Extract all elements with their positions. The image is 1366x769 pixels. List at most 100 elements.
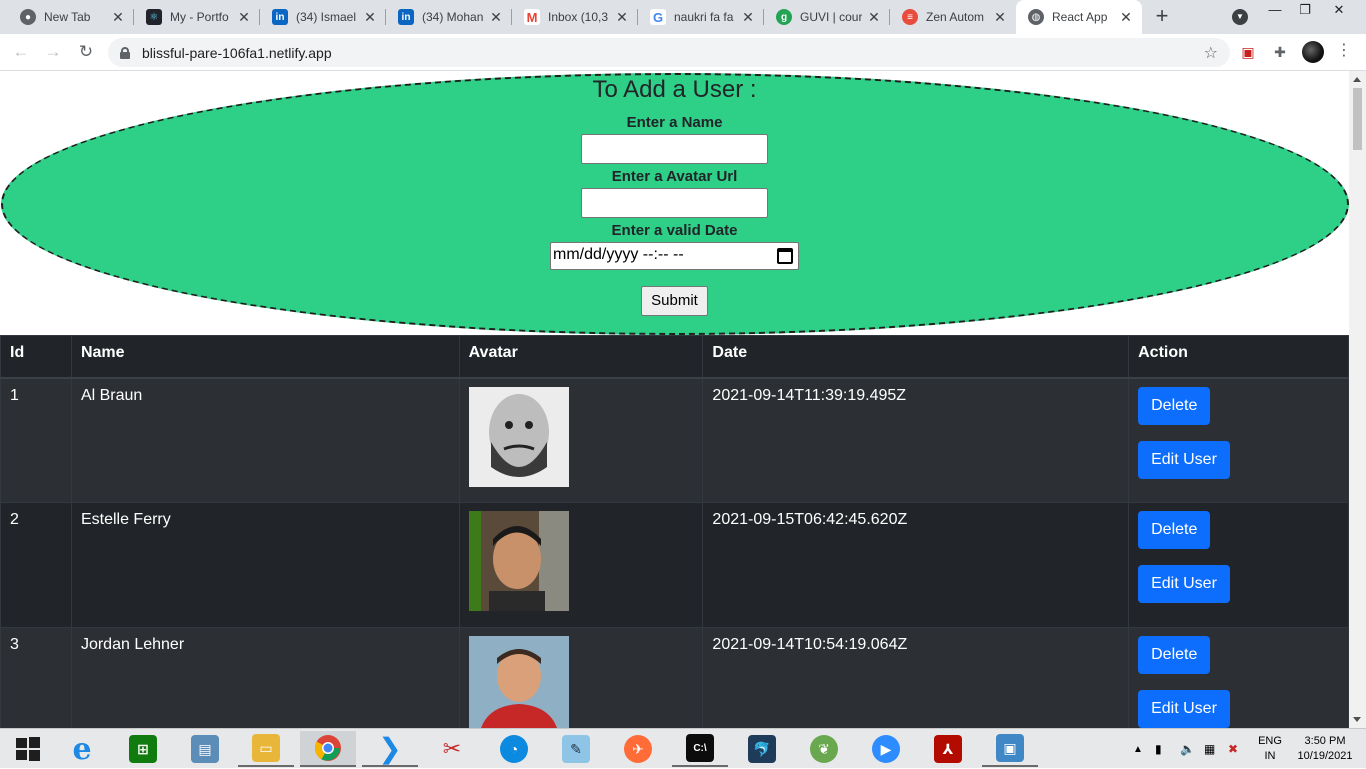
tab-strip: ● New Tab ✕ ⚛ My - Portfo ✕ in (34) Isma… bbox=[0, 0, 1366, 34]
edge-icon: ◔ bbox=[500, 735, 528, 763]
user-avatar bbox=[468, 511, 569, 611]
tab-search-icon[interactable]: ▼ bbox=[1232, 9, 1248, 25]
date-label: Enter a valid Date bbox=[611, 222, 738, 239]
tab-zen-automation[interactable]: ≡ Zen Autom ✕ bbox=[890, 0, 1016, 34]
taskbar-notepad[interactable]: ✎ bbox=[548, 731, 604, 767]
taskbar-mysql[interactable]: 🐬 bbox=[734, 731, 790, 767]
tab-guvi[interactable]: g GUVI | cour ✕ bbox=[764, 0, 890, 34]
taskbar-internet-explorer[interactable]: e bbox=[54, 731, 110, 767]
show-hidden-icons[interactable]: ▲ bbox=[1133, 729, 1143, 769]
bookmark-star-icon[interactable]: ☆ bbox=[1204, 43, 1218, 63]
gmail-icon: M bbox=[524, 9, 540, 25]
delete-button[interactable]: Delete bbox=[1138, 386, 1211, 425]
restore-button[interactable]: ❐ bbox=[1290, 0, 1320, 22]
react-icon: ⚛ bbox=[146, 9, 162, 25]
tab-label: (34) Ismael bbox=[296, 10, 357, 24]
submit-button[interactable]: Submit bbox=[641, 286, 708, 316]
avatar-url-input[interactable] bbox=[581, 188, 768, 218]
edit-user-button[interactable]: Edit User bbox=[1138, 690, 1230, 728]
calendar-icon[interactable] bbox=[777, 248, 793, 264]
folder-icon: ▭ bbox=[252, 734, 280, 762]
pocket-extension-icon[interactable]: ▣ bbox=[1238, 42, 1258, 62]
header-avatar: Avatar bbox=[458, 335, 704, 379]
address-bar[interactable]: blissful-pare-106fa1.netlify.app ☆ bbox=[108, 38, 1230, 67]
tab-new-tab[interactable]: ● New Tab ✕ bbox=[8, 0, 134, 34]
kebab-menu-icon[interactable]: ⋮ bbox=[1336, 40, 1352, 60]
taskbar-edge[interactable]: ◔ bbox=[486, 731, 542, 767]
forward-arrow-icon[interactable]: → bbox=[42, 41, 64, 63]
taskbar-mongodb-compass[interactable]: ❦ bbox=[796, 731, 852, 767]
taskbar-vscode[interactable]: ❯ bbox=[362, 731, 418, 767]
chrome-icon bbox=[314, 735, 341, 761]
tab-portfolio[interactable]: ⚛ My - Portfo ✕ bbox=[134, 0, 260, 34]
clock-date: 10/19/2021 bbox=[1297, 750, 1353, 762]
taskbar-zoom[interactable]: ▶ bbox=[858, 731, 914, 767]
cell-id: 3 bbox=[0, 627, 72, 728]
taskbar-postman[interactable]: ✈ bbox=[610, 731, 666, 767]
network-icon[interactable]: ▦ bbox=[1204, 729, 1215, 769]
tab-google-search[interactable]: G naukri fa fa ✕ bbox=[638, 0, 764, 34]
taskbar-store[interactable]: ⊞ bbox=[115, 731, 171, 767]
taskbar-file-explorer[interactable]: ▭ bbox=[238, 731, 294, 767]
system-clock[interactable]: 3:50 PM 10/19/2021 bbox=[1295, 734, 1355, 764]
name-input[interactable] bbox=[581, 134, 768, 164]
cell-name: Al Braun bbox=[70, 377, 460, 503]
close-icon[interactable]: ✕ bbox=[866, 9, 882, 26]
minimize-button[interactable]: — bbox=[1260, 0, 1290, 22]
tab-linkedin-ismael[interactable]: in (34) Ismael ✕ bbox=[260, 0, 386, 34]
cell-name: Estelle Ferry bbox=[70, 502, 460, 628]
close-icon[interactable]: ✕ bbox=[362, 9, 378, 26]
edit-user-button[interactable]: Edit User bbox=[1138, 565, 1230, 603]
page-scrollbar[interactable] bbox=[1349, 71, 1366, 728]
close-icon[interactable]: ✕ bbox=[614, 9, 630, 26]
close-icon[interactable]: ✕ bbox=[1118, 9, 1134, 26]
date-input[interactable]: mm/dd/yyyy --:-- -- bbox=[550, 242, 799, 270]
close-icon[interactable]: ✕ bbox=[740, 9, 756, 26]
notification-icon[interactable]: ✖ bbox=[1228, 729, 1238, 769]
table-header-row: Id Name Avatar Date Action bbox=[0, 335, 1349, 379]
taskbar-chrome[interactable] bbox=[300, 731, 356, 767]
new-tab-button[interactable]: + bbox=[1150, 5, 1174, 29]
back-arrow-icon[interactable]: ← bbox=[10, 41, 32, 63]
battery-icon[interactable]: ▮ bbox=[1155, 729, 1162, 769]
taskbar-control-panel[interactable]: ▤ bbox=[177, 731, 233, 767]
scrollbar-thumb[interactable] bbox=[1353, 88, 1362, 150]
tab-linkedin-mohan[interactable]: in (34) Mohan ✕ bbox=[386, 0, 512, 34]
volume-icon[interactable]: 🔈 bbox=[1180, 729, 1195, 769]
taskbar-acrobat[interactable]: ⅄ bbox=[920, 731, 976, 767]
windows-logo-icon bbox=[16, 737, 40, 761]
close-icon[interactable]: ✕ bbox=[992, 9, 1008, 26]
close-icon[interactable]: ✕ bbox=[488, 9, 504, 26]
tab-react-app[interactable]: ◍ React App ✕ bbox=[1016, 0, 1142, 34]
scroll-down-icon[interactable] bbox=[1353, 717, 1361, 722]
taskbar-terminal[interactable]: C:\ bbox=[672, 731, 728, 767]
close-icon[interactable]: ✕ bbox=[110, 9, 126, 26]
tab-label: (34) Mohan bbox=[422, 10, 484, 24]
taskbar-snipping-tool[interactable]: ✂ bbox=[424, 731, 480, 767]
table-row: 3 Jordan Lehner 2021-09-14T10:54:19.064Z… bbox=[0, 627, 1349, 728]
delete-button[interactable]: Delete bbox=[1138, 636, 1211, 674]
profile-avatar[interactable] bbox=[1302, 41, 1324, 63]
lock-icon[interactable] bbox=[120, 46, 130, 59]
language-indicator[interactable]: ENG IN bbox=[1255, 734, 1285, 764]
acrobat-icon: ⅄ bbox=[934, 735, 962, 763]
url-text[interactable]: blissful-pare-106fa1.netlify.app bbox=[142, 45, 332, 61]
zoom-icon: ▶ bbox=[872, 735, 900, 763]
close-window-button[interactable]: ✕ bbox=[1324, 0, 1354, 22]
cell-avatar bbox=[458, 377, 704, 503]
start-button[interactable] bbox=[0, 731, 56, 767]
scroll-up-icon[interactable] bbox=[1353, 77, 1361, 82]
lang-region: IN bbox=[1264, 750, 1276, 762]
reload-icon[interactable]: ↻ bbox=[75, 41, 97, 63]
cell-avatar bbox=[458, 502, 704, 628]
taskbar-photos[interactable]: ▣ bbox=[982, 731, 1038, 767]
tab-gmail-inbox[interactable]: M Inbox (10,3 ✕ bbox=[512, 0, 638, 34]
name-label: Enter a Name bbox=[626, 114, 723, 131]
delete-button[interactable]: Delete bbox=[1138, 511, 1211, 549]
close-icon[interactable]: ✕ bbox=[236, 9, 252, 26]
extensions-puzzle-icon[interactable]: ✚ bbox=[1270, 42, 1290, 62]
edit-user-button[interactable]: Edit User bbox=[1138, 440, 1230, 479]
cell-name: Jordan Lehner bbox=[70, 627, 460, 728]
store-icon: ⊞ bbox=[129, 735, 157, 763]
cell-date: 2021-09-15T06:42:45.620Z bbox=[702, 502, 1130, 628]
